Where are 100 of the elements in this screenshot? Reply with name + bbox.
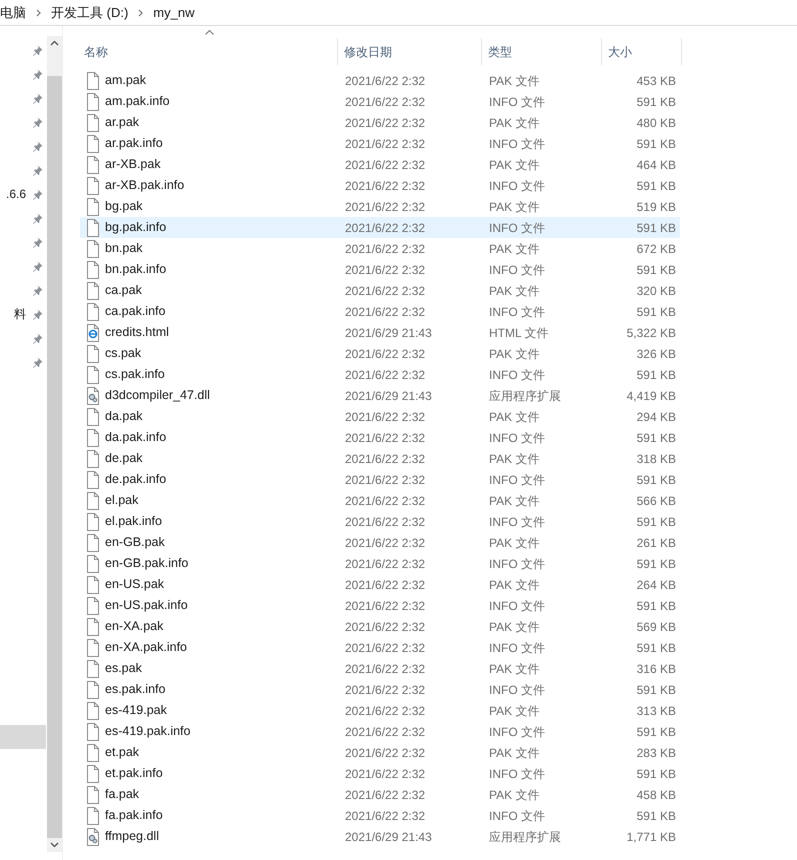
- file-row[interactable]: en-US.pak 2021/6/22 2:32 PAK 文件 264 KB: [80, 574, 680, 595]
- file-name: en-GB.pak: [105, 534, 165, 552]
- file-row[interactable]: ar.pak.info 2021/6/22 2:32 INFO 文件 591 KB: [80, 133, 680, 154]
- file-row[interactable]: et.pak 2021/6/22 2:32 PAK 文件 283 KB: [80, 742, 680, 763]
- file-row[interactable]: en-XA.pak 2021/6/22 2:32 PAK 文件 569 KB: [80, 616, 680, 637]
- pin-icon[interactable]: [32, 116, 43, 128]
- file-row[interactable]: el.pak 2021/6/22 2:32 PAK 文件 566 KB: [80, 490, 680, 511]
- file-icon: [86, 72, 100, 90]
- file-name: ar.pak.info: [105, 135, 163, 152]
- file-icon: [86, 764, 100, 782]
- chevron-icon[interactable]: [36, 8, 41, 16]
- file-row[interactable]: bg.pak 2021/6/22 2:32 PAK 文件 519 KB: [80, 196, 680, 217]
- gear-file-icon: [86, 828, 100, 846]
- file-type: INFO 文件: [488, 724, 546, 740]
- file-row[interactable]: fa.pak.info 2021/6/22 2:32 INFO 文件 591 KB: [80, 805, 680, 826]
- modified-date: 2021/6/29 21:43: [344, 324, 433, 342]
- pin-icon[interactable]: [32, 140, 43, 152]
- file-size: 591 KB: [636, 724, 676, 740]
- gear-file-icon: [86, 386, 100, 404]
- file-row[interactable]: da.pak.info 2021/6/22 2:32 INFO 文件 591 KB: [80, 427, 680, 448]
- file-type: INFO 文件: [488, 262, 546, 278]
- file-icon: [86, 618, 100, 636]
- nav-item-label[interactable]: 料: [14, 305, 26, 323]
- file-row[interactable]: bn.pak 2021/6/22 2:32 PAK 文件 672 KB: [80, 238, 680, 259]
- file-icon: [86, 680, 100, 698]
- nav-item-label[interactable]: .6.6: [6, 185, 26, 203]
- pin-icon[interactable]: [32, 212, 43, 224]
- pin-icon[interactable]: [32, 188, 43, 200]
- file-icon: [86, 702, 100, 720]
- file-type: INFO 文件: [488, 366, 546, 384]
- pin-icon[interactable]: [32, 284, 43, 296]
- breadcrumb-item[interactable]: 电脑: [0, 2, 26, 22]
- chevron-icon[interactable]: [138, 8, 144, 16]
- file-row[interactable]: ca.pak.info 2021/6/22 2:32 INFO 文件 591 KB: [80, 301, 680, 322]
- pin-icon[interactable]: [32, 308, 43, 320]
- file-row[interactable]: en-XA.pak.info 2021/6/22 2:32 INFO 文件 591 KB: [80, 637, 680, 658]
- file-name: es-419.pak.info: [105, 723, 190, 740]
- file-row[interactable]: cs.pak 2021/6/22 2:32 PAK 文件 326 KB: [80, 343, 680, 364]
- pin-icon[interactable]: [32, 164, 43, 176]
- file-name: el.pak: [105, 492, 138, 510]
- file-row[interactable]: am.pak.info 2021/6/22 2:32 INFO 文件 591 KB: [80, 91, 680, 112]
- file-icon: [86, 470, 100, 488]
- modified-date: 2021/6/22 2:32: [344, 114, 426, 132]
- file-name: cs.pak.info: [105, 366, 165, 384]
- file-size: 261 KB: [636, 534, 676, 552]
- file-row[interactable]: es-419.pak.info 2021/6/22 2:32 INFO 文件 591 KB: [80, 721, 680, 742]
- file-row[interactable]: de.pak.info 2021/6/22 2:32 INFO 文件 591 KB: [80, 469, 680, 490]
- file-name: et.pak.info: [105, 765, 163, 782]
- pin-icon[interactable]: [32, 356, 43, 368]
- file-row[interactable]: cs.pak.info 2021/6/22 2:32 INFO 文件 591 KB: [80, 364, 680, 385]
- column-header[interactable]: 修改日期: [338, 38, 482, 65]
- file-icon: [86, 744, 100, 762]
- pin-icon[interactable]: [32, 332, 43, 344]
- file-row[interactable]: da.pak 2021/6/22 2:32 PAK 文件 294 KB: [80, 406, 680, 427]
- file-size: 1,771 KB: [626, 828, 676, 846]
- file-row[interactable]: ar.pak 2021/6/22 2:32 PAK 文件 480 KB: [80, 112, 680, 133]
- file-row[interactable]: bn.pak.info 2021/6/22 2:32 INFO 文件 591 KB: [80, 259, 680, 280]
- file-row[interactable]: ffmpeg.dll 2021/6/29 21:43 应用程序扩展 1,771 KB: [80, 826, 680, 847]
- file-type: INFO 文件: [488, 640, 546, 656]
- modified-date: 2021/6/22 2:32: [344, 660, 426, 678]
- file-name: es-419.pak: [105, 702, 167, 720]
- file-name: de.pak.info: [105, 471, 166, 488]
- file-name: da.pak: [105, 408, 143, 426]
- file-size: 591 KB: [636, 472, 676, 488]
- file-type: HTML 文件: [488, 324, 550, 342]
- pin-icon[interactable]: [32, 236, 43, 248]
- modified-date: 2021/6/22 2:32: [344, 576, 426, 594]
- pin-icon[interactable]: [32, 68, 43, 80]
- file-row[interactable]: et.pak.info 2021/6/22 2:32 INFO 文件 591 KB: [80, 763, 680, 784]
- file-row[interactable]: ar-XB.pak 2021/6/22 2:32 PAK 文件 464 KB: [80, 154, 680, 175]
- file-type: INFO 文件: [488, 514, 546, 530]
- breadcrumb-item[interactable]: 开发工具 (D:): [51, 2, 128, 22]
- file-size: 591 KB: [636, 556, 676, 572]
- column-header[interactable]: 大小: [602, 38, 682, 65]
- file-row[interactable]: credits.html 2021/6/29 21:43 HTML 文件 5,322 KB: [80, 322, 680, 343]
- modified-date: 2021/6/22 2:32: [344, 744, 426, 762]
- file-row[interactable]: es.pak.info 2021/6/22 2:32 INFO 文件 591 KB: [80, 679, 680, 700]
- file-row[interactable]: en-GB.pak.info 2021/6/22 2:32 INFO 文件 591 KB: [80, 553, 680, 574]
- file-size: 569 KB: [636, 618, 676, 636]
- pin-icon[interactable]: [32, 92, 43, 104]
- file-row[interactable]: en-GB.pak 2021/6/22 2:32 PAK 文件 261 KB: [80, 532, 680, 553]
- file-type: 应用程序扩展: [488, 828, 562, 846]
- file-row[interactable]: es.pak 2021/6/22 2:32 PAK 文件 316 KB: [80, 658, 680, 679]
- file-row[interactable]: de.pak 2021/6/22 2:32 PAK 文件 318 KB: [80, 448, 680, 469]
- breadcrumb-item[interactable]: my_nw: [153, 2, 194, 22]
- column-header[interactable]: 名称: [80, 38, 338, 65]
- file-row[interactable]: es-419.pak 2021/6/22 2:32 PAK 文件 313 KB: [80, 700, 680, 721]
- file-row[interactable]: d3dcompiler_47.dll 2021/6/29 21:43 应用程序扩展 4,419 KB: [80, 385, 680, 406]
- file-row[interactable]: bg.pak.info 2021/6/22 2:32 INFO 文件 591 KB: [80, 217, 680, 238]
- file-row[interactable]: am.pak 2021/6/22 2:32 PAK 文件 453 KB: [80, 70, 680, 91]
- pin-icon[interactable]: [32, 260, 43, 272]
- file-row[interactable]: en-US.pak.info 2021/6/22 2:32 INFO 文件 591 KB: [80, 595, 680, 616]
- file-type: INFO 文件: [488, 304, 546, 320]
- pin-icon[interactable]: [32, 44, 43, 56]
- column-header[interactable]: 类型: [482, 38, 602, 65]
- file-row[interactable]: fa.pak 2021/6/22 2:32 PAK 文件 458 KB: [80, 784, 680, 805]
- file-name: bg.pak.info: [105, 219, 166, 236]
- file-row[interactable]: ar-XB.pak.info 2021/6/22 2:32 INFO 文件 591 KB: [80, 175, 680, 196]
- file-row[interactable]: el.pak.info 2021/6/22 2:32 INFO 文件 591 KB: [80, 511, 680, 532]
- file-row[interactable]: ca.pak 2021/6/22 2:32 PAK 文件 320 KB: [80, 280, 680, 301]
